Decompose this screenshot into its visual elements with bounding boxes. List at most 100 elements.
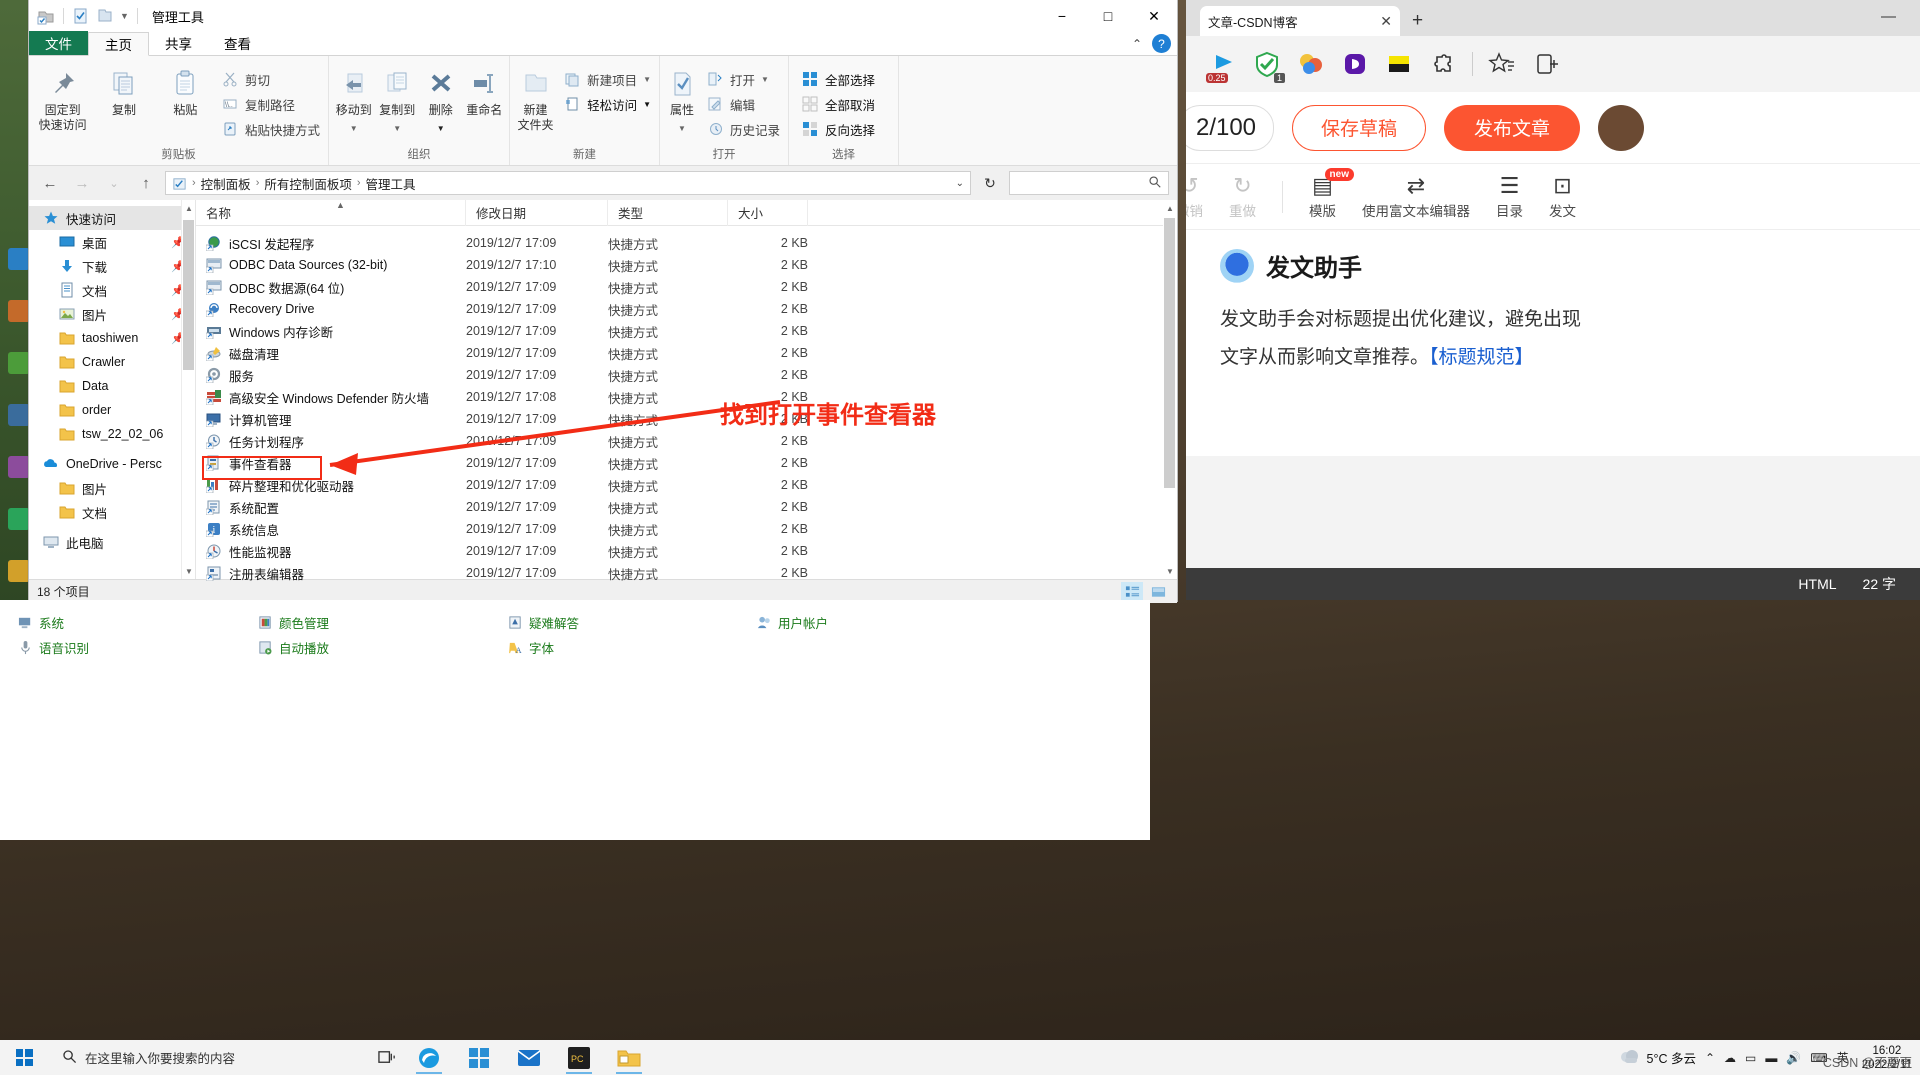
tab-home[interactable]: 主页 xyxy=(88,32,149,56)
chevron-down-icon[interactable]: ▼ xyxy=(678,121,686,136)
table-row[interactable]: Windows 内存诊断 2019/12/7 17:09 快捷方式 2 KB xyxy=(196,320,1177,342)
show-hidden-icons-icon[interactable]: ⌃ xyxy=(1705,1051,1715,1065)
history-button[interactable]: 历史记录 xyxy=(702,118,784,140)
file-list-scrollbar[interactable]: ▲ ▼ xyxy=(1163,200,1177,579)
table-row[interactable]: 磁盘清理 2019/12/7 17:09 快捷方式 2 KB xyxy=(196,342,1177,364)
sidebar-item-quick-access[interactable]: 快速访问 xyxy=(29,206,195,230)
speed-icon[interactable]: 0.25 xyxy=(1206,49,1238,83)
chevron-down-icon[interactable]: ▼ xyxy=(761,75,769,84)
sidebar-item-data[interactable]: Data xyxy=(29,374,195,398)
onedrive-tray-icon[interactable]: ☁ xyxy=(1724,1051,1736,1065)
easy-access-button[interactable]: 轻松访问 ▼ xyxy=(559,93,655,115)
edit-button[interactable]: 编辑 xyxy=(702,93,784,115)
colorful-icon[interactable] xyxy=(1296,49,1326,79)
toc-button[interactable]: ☰ 目录 xyxy=(1496,173,1523,220)
chevron-down-icon[interactable]: ▼ xyxy=(350,121,358,136)
mail-icon[interactable] xyxy=(504,1040,554,1075)
sidebar-item-onedrive-documents[interactable]: 文档 xyxy=(29,500,195,524)
puzzle-icon[interactable] xyxy=(1428,49,1458,79)
close-icon[interactable]: ✕ xyxy=(1380,13,1392,30)
refresh-button[interactable]: ↻ xyxy=(977,171,1003,195)
explorer-icon[interactable] xyxy=(604,1040,654,1075)
sidebar-item-this-pc[interactable]: 此电脑 xyxy=(29,530,195,554)
select-all-button[interactable]: 全部选择 xyxy=(797,68,879,90)
open-button[interactable]: 打开 ▼ xyxy=(702,68,784,90)
close-button[interactable]: ✕ xyxy=(1131,0,1177,32)
yellow-black-icon[interactable] xyxy=(1384,49,1414,79)
sidebar-item-tsw[interactable]: tsw_22_02_06 xyxy=(29,422,195,446)
forward-button[interactable]: → xyxy=(69,170,95,196)
back-button[interactable]: ← xyxy=(37,170,63,196)
collections-icon[interactable] xyxy=(1531,49,1561,79)
scroll-thumb[interactable] xyxy=(1164,218,1175,488)
column-header-name[interactable]: 名称 xyxy=(196,199,466,226)
title-spec-link[interactable]: 【标题规范】 xyxy=(1429,347,1534,368)
browser-tab[interactable]: 文章-CSDN博客 ✕ xyxy=(1200,6,1400,36)
collapse-ribbon-icon[interactable]: ⌃ xyxy=(1132,37,1142,51)
tab-file[interactable]: 文件 xyxy=(29,31,88,55)
chevron-down-icon[interactable]: ▼ xyxy=(643,75,651,84)
pycharm-icon[interactable]: PC xyxy=(554,1040,604,1075)
scroll-down-icon[interactable]: ▼ xyxy=(182,563,195,579)
cut-button[interactable]: 剪切 xyxy=(217,68,324,90)
sidebar-item-onedrive[interactable]: OneDrive - Persc xyxy=(29,452,195,476)
move-to-button[interactable]: 移动到 ▼ xyxy=(333,64,375,136)
chevron-down-icon[interactable]: ▼ xyxy=(120,11,129,21)
copy-button[interactable]: 复制 xyxy=(94,64,153,118)
paste-button[interactable]: 粘贴 xyxy=(156,64,215,118)
table-row[interactable]: iSCSI 发起程序 2019/12/7 17:09 快捷方式 2 KB xyxy=(196,232,1177,254)
paste-shortcut-button[interactable]: 粘贴快捷方式 xyxy=(217,118,324,140)
publish-article-button[interactable]: 发布文章 xyxy=(1444,104,1581,151)
control-panel-item[interactable]: A 字体 xyxy=(508,638,554,657)
table-row[interactable]: i 系统信息 2019/12/7 17:09 快捷方式 2 KB xyxy=(196,518,1177,540)
sidebar-item-desktop[interactable]: 桌面 📌 xyxy=(29,230,195,254)
sidebar-item-downloads[interactable]: 下载 📌 xyxy=(29,254,195,278)
publish-assistant-button[interactable]: ⊡ 发文 xyxy=(1549,173,1576,220)
invert-selection-button[interactable]: 反向选择 xyxy=(797,118,879,140)
tab-share[interactable]: 共享 xyxy=(149,31,208,55)
search-input[interactable] xyxy=(1009,171,1169,195)
control-panel-item[interactable]: 颜色管理 xyxy=(258,613,329,632)
table-row[interactable]: 性能监视器 2019/12/7 17:09 快捷方式 2 KB xyxy=(196,540,1177,562)
scroll-up-icon[interactable]: ▲ xyxy=(182,200,195,216)
sidebar-item-order[interactable]: order xyxy=(29,398,195,422)
rich-text-editor-button[interactable]: ⇄ 使用富文本编辑器 xyxy=(1362,173,1470,220)
large-icons-view-button[interactable] xyxy=(1147,582,1169,602)
rename-button[interactable]: 重命名 xyxy=(464,64,506,118)
table-row[interactable]: ODBC Data Sources (32-bit) 2019/12/7 17:1… xyxy=(196,254,1177,276)
browser-minimize-button[interactable]: — xyxy=(1881,8,1896,25)
breadcrumb-dropdown-icon[interactable]: ⌄ xyxy=(956,178,964,189)
properties-qat-icon[interactable] xyxy=(72,7,90,25)
delete-button[interactable]: 删除 ▼ xyxy=(420,64,462,136)
select-none-button[interactable]: 全部取消 xyxy=(797,93,879,115)
tab-view[interactable]: 查看 xyxy=(208,31,267,55)
up-button[interactable]: ↑ xyxy=(133,170,159,196)
maximize-button[interactable]: □ xyxy=(1085,0,1131,32)
column-header-type[interactable]: 类型 xyxy=(608,199,728,226)
table-row[interactable]: 注册表编辑器 2019/12/7 17:09 快捷方式 2 KB xyxy=(196,562,1177,584)
favorites-icon[interactable] xyxy=(1487,49,1517,79)
chevron-down-icon[interactable]: ▼ xyxy=(643,100,651,109)
scroll-down-icon[interactable]: ▼ xyxy=(1163,563,1177,579)
table-row[interactable]: ODBC 数据源(64 位) 2019/12/7 17:09 快捷方式 2 KB xyxy=(196,276,1177,298)
sidebar-item-taoshiwen[interactable]: taoshiwen 📌 xyxy=(29,326,195,350)
chevron-down-icon[interactable]: ▼ xyxy=(393,121,401,136)
battery-icon[interactable]: ▬ xyxy=(1765,1051,1777,1065)
new-tab-button[interactable]: + xyxy=(1412,10,1423,32)
control-panel-item[interactable]: 疑难解答 xyxy=(508,613,579,632)
column-header-date[interactable]: 修改日期 xyxy=(466,199,608,226)
control-panel-item[interactable]: 语音识别 xyxy=(18,638,89,657)
volume-icon[interactable]: 🔊 xyxy=(1786,1051,1801,1065)
store-icon[interactable] xyxy=(454,1040,504,1075)
weather-widget[interactable]: 5°C 多云 xyxy=(1619,1048,1696,1067)
save-draft-button[interactable]: 保存草稿 xyxy=(1292,104,1427,151)
start-button[interactable] xyxy=(0,1040,48,1075)
recent-locations-button[interactable]: ⌄ xyxy=(101,170,127,196)
breadcrumb[interactable]: › 控制面板 › 所有控制面板项 › 管理工具 ⌄ xyxy=(165,171,971,195)
properties-button[interactable]: 属性 ▼ xyxy=(664,64,700,136)
copy-path-button[interactable]: \\.. 复制路径 xyxy=(217,93,324,115)
sidebar-item-documents[interactable]: 文档 📌 xyxy=(29,278,195,302)
template-button[interactable]: ▤ new 模版 xyxy=(1309,167,1354,220)
details-view-button[interactable] xyxy=(1121,581,1143,602)
new-folder-qat-icon[interactable] xyxy=(96,7,114,25)
